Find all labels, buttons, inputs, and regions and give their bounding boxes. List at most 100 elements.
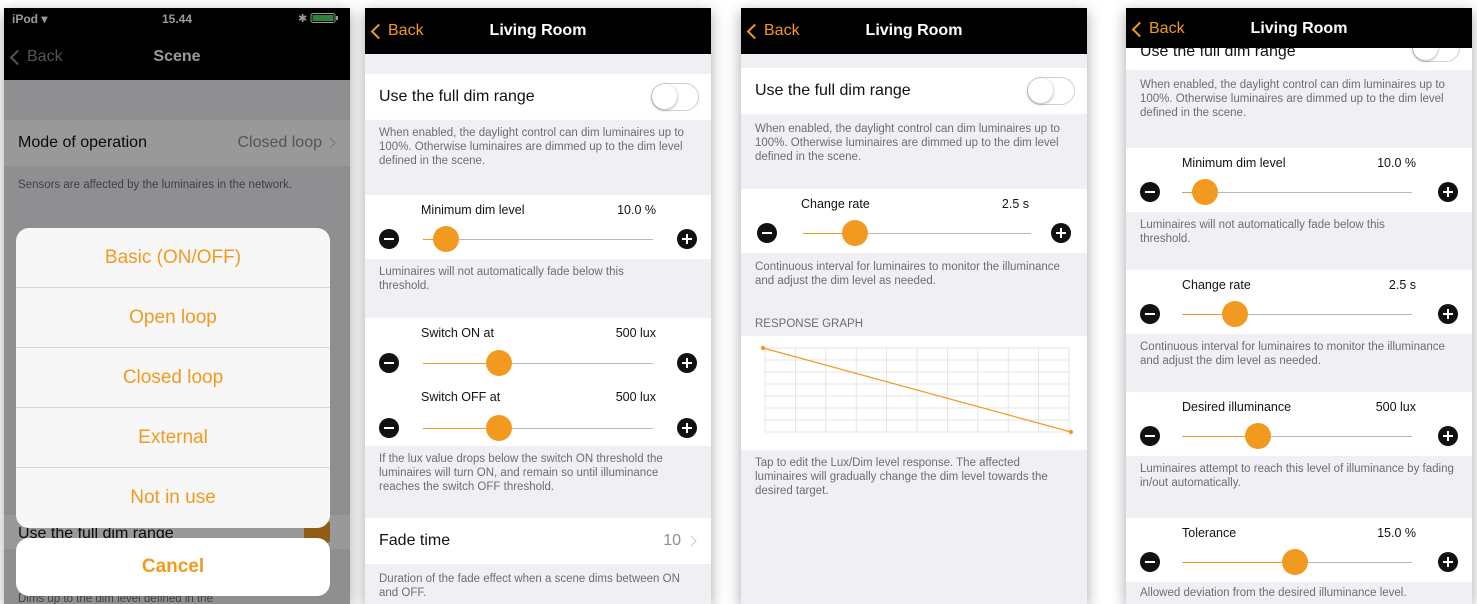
full-dim-note: When enabled, the daylight control can d… [1140, 79, 1445, 119]
nav-title: Living Room [1250, 20, 1348, 37]
slider-thumb[interactable] [485, 350, 512, 376]
min-dim-value: 10.0 % [617, 203, 656, 217]
min-dim-slider[interactable] [423, 226, 653, 252]
minus-icon[interactable] [379, 353, 399, 373]
min-dim-label: Minimum dim level [421, 203, 525, 217]
option-basic[interactable]: Basic (ON/OFF) [16, 228, 330, 288]
change-rate-value: 2.5 s [1388, 278, 1416, 292]
scene-screen: iPod ▾ 15.44 ✱ Back Scene Mode of operat… [4, 8, 350, 604]
nav-title: Living Room [865, 22, 963, 39]
slider-thumb[interactable] [1221, 301, 1248, 327]
response-start-point[interactable] [760, 345, 766, 351]
full-dim-range-row: Use the full dim range [365, 74, 711, 120]
full-dim-label: Use the full dim range [755, 82, 911, 99]
change-rate-slider-row: Change rate 2.5 s [741, 189, 1087, 253]
min-dim-slider[interactable] [1182, 179, 1412, 205]
switch-off-label: Switch OFF at [421, 390, 501, 404]
response-graph-chart[interactable] [741, 336, 1087, 450]
option-external[interactable]: External [16, 408, 330, 468]
full-dim-toggle[interactable] [651, 83, 699, 111]
slider-thumb[interactable] [842, 220, 869, 246]
slider-thumb[interactable] [1281, 549, 1308, 575]
minus-icon[interactable] [757, 223, 777, 243]
min-dim-label: Minimum dim level [1182, 156, 1286, 170]
desired-illuminance-label: Desired illuminance [1182, 400, 1292, 414]
change-rate-note: Continuous interval for luminaires to mo… [1140, 341, 1445, 367]
switch-on-label: Switch ON at [421, 326, 494, 340]
navigation-bar: Back Living Room [1126, 8, 1472, 48]
living-room-screen-2: Back Living Room Use the full dim range … [741, 8, 1087, 604]
min-dim-note: Luminaires will not automatically fade b… [379, 266, 624, 292]
nav-title: Living Room [489, 22, 587, 39]
screenshot-stage: iPod ▾ 15.44 ✱ Back Scene Mode of operat… [0, 0, 1477, 604]
response-graph[interactable] [741, 336, 1087, 450]
change-rate-slider-row: Change rate 2.5 s [1126, 270, 1472, 334]
full-dim-range-row: Use the full dim range [741, 68, 1087, 114]
living-room-screen-3: Use the full dim range When enabled, the… [1126, 8, 1472, 604]
change-rate-label: Change rate [1182, 278, 1251, 292]
slider-thumb[interactable] [485, 415, 512, 441]
navigation-bar: Back Living Room [365, 8, 711, 54]
tolerance-slider[interactable] [1182, 549, 1412, 575]
minus-icon[interactable] [1140, 182, 1160, 202]
minus-icon[interactable] [1140, 304, 1160, 324]
full-dim-label: Use the full dim range [379, 88, 535, 105]
nav-row: Back Living Room [365, 14, 711, 50]
plus-icon[interactable] [677, 353, 697, 373]
response-end-point[interactable] [1068, 429, 1074, 435]
full-dim-note: When enabled, the daylight control can d… [755, 123, 1060, 163]
nav-row: Back Living Room [1126, 12, 1472, 48]
plus-icon[interactable] [677, 418, 697, 438]
plus-icon[interactable] [1438, 552, 1458, 572]
tolerance-label: Tolerance [1182, 526, 1237, 540]
desired-illuminance-slider[interactable] [1182, 423, 1412, 449]
plus-icon[interactable] [677, 229, 697, 249]
plus-icon[interactable] [1438, 182, 1458, 202]
slider-thumb[interactable] [433, 226, 459, 252]
fade-time-row[interactable]: Fade time 10 [365, 518, 711, 564]
minus-icon[interactable] [379, 418, 399, 438]
desired-illuminance-note: Luminaires attempt to reach this level o… [1140, 463, 1454, 489]
option-closed-loop[interactable]: Closed loop [16, 348, 330, 408]
fade-time-label: Fade time [379, 532, 451, 549]
switch-sliders-group: Switch ON at 500 lux Switch OFF at 500 l… [365, 318, 711, 446]
response-graph-note: Tap to edit the Lux/Dim level response. … [755, 457, 1048, 497]
living-room-screen-1: Back Living Room Use the full dim range … [365, 8, 711, 604]
full-dim-toggle[interactable] [1027, 77, 1075, 105]
option-open-loop[interactable]: Open loop [16, 288, 330, 348]
chevron-right-icon [685, 535, 697, 547]
fade-time-value: 10 [663, 532, 681, 549]
tolerance-slider-row: Tolerance 15.0 % [1126, 518, 1472, 582]
min-dim-slider-row: Minimum dim level 10.0 % [1126, 148, 1472, 212]
switch-off-slider[interactable] [423, 415, 653, 441]
option-not-in-use[interactable]: Not in use [16, 468, 330, 528]
minus-icon[interactable] [379, 229, 399, 249]
change-rate-note: Continuous interval for luminaires to mo… [755, 261, 1060, 287]
plus-icon[interactable] [1438, 426, 1458, 446]
tolerance-note: Allowed deviation from the desired illum… [1140, 587, 1407, 599]
plus-icon[interactable] [1438, 304, 1458, 324]
cancel-button[interactable]: Cancel [16, 538, 330, 596]
nav-row: Back Living Room [741, 14, 1087, 50]
minus-icon[interactable] [1140, 426, 1160, 446]
plus-icon[interactable] [1051, 223, 1071, 243]
change-rate-slider[interactable] [803, 220, 1031, 246]
full-dim-note: When enabled, the daylight control can d… [379, 127, 684, 167]
slider-thumb[interactable] [1192, 179, 1218, 205]
navigation-bar: Back Living Room [741, 8, 1087, 54]
minus-icon[interactable] [1140, 552, 1160, 572]
response-graph-header: RESPONSE GRAPH [755, 318, 863, 330]
min-dim-note: Luminaires will not automatically fade b… [1140, 219, 1385, 245]
switch-on-value: 500 lux [615, 326, 656, 340]
min-dim-slider-row: Minimum dim level 10.0 % [365, 195, 711, 259]
change-rate-slider[interactable] [1182, 301, 1412, 327]
switch-note: If the lux value drops below the switch … [379, 453, 663, 493]
slider-thumb[interactable] [1244, 423, 1271, 449]
switch-on-slider[interactable] [423, 350, 653, 376]
tolerance-value: 15.0 % [1377, 526, 1416, 540]
change-rate-label: Change rate [801, 197, 870, 211]
fade-time-note: Duration of the fade effect when a scene… [379, 573, 680, 599]
action-sheet: Basic (ON/OFF) Open loop Closed loop Ext… [16, 228, 330, 528]
desired-illuminance-slider-row: Desired illuminance 500 lux [1126, 392, 1472, 456]
switch-off-value: 500 lux [615, 390, 656, 404]
